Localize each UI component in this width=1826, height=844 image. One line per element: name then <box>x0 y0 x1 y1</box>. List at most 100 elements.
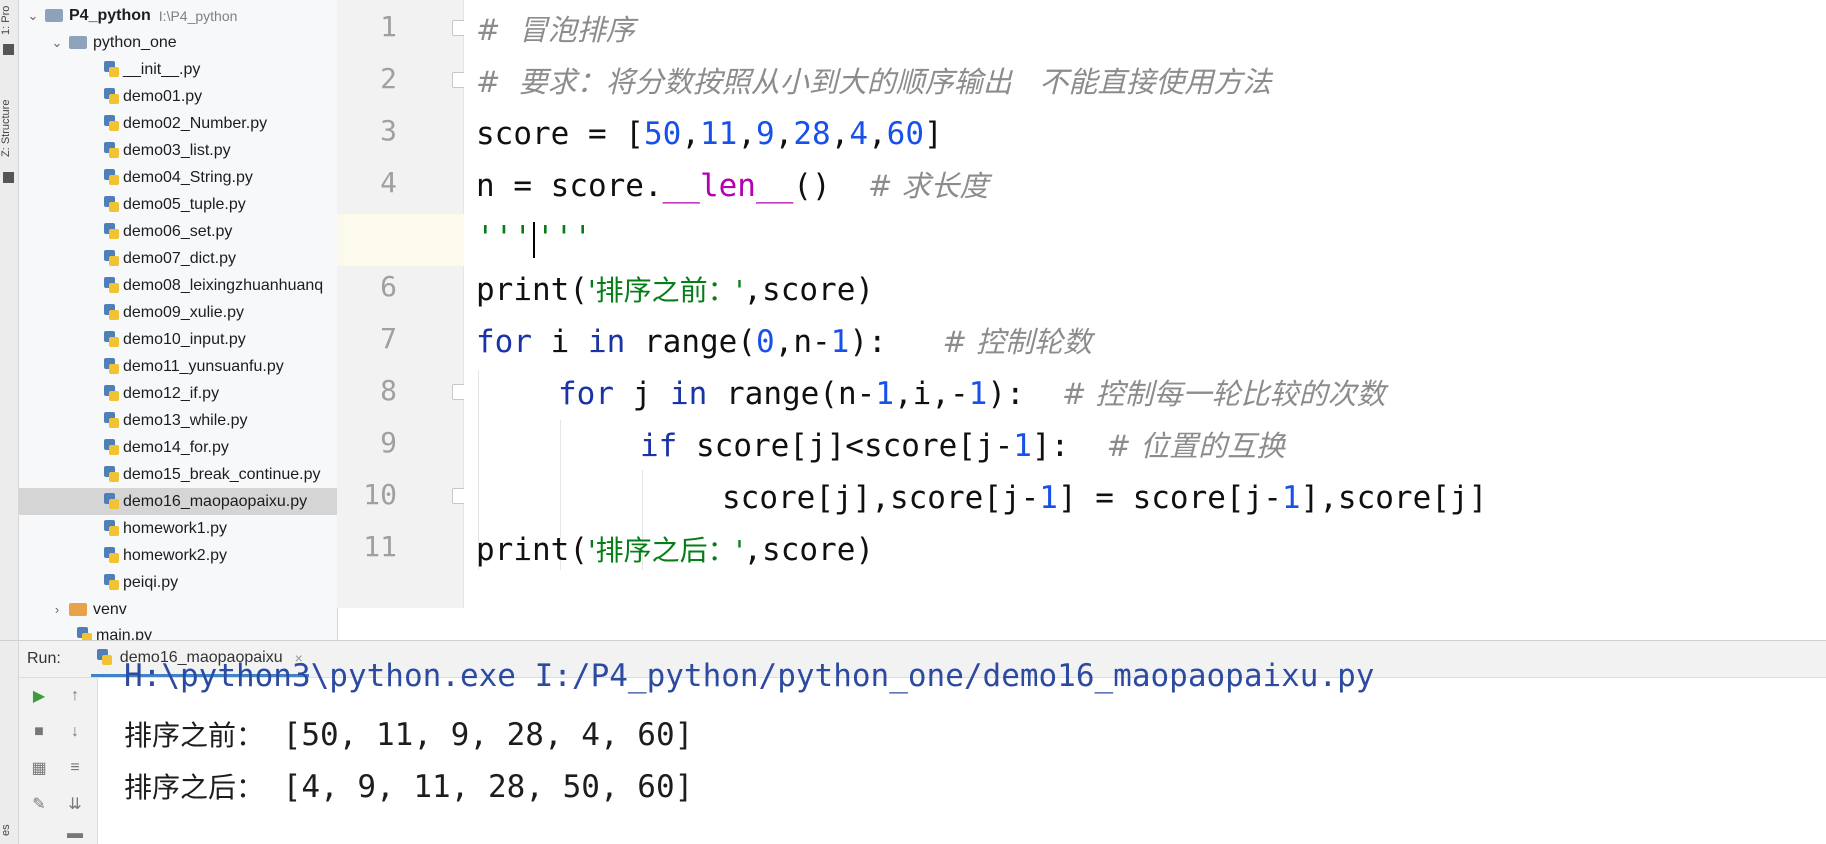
console-output[interactable]: H:\python3\python.exe I:/P4_python/pytho… <box>98 658 1826 844</box>
file-name: demo10_input.py <box>123 330 246 348</box>
string-literal: ''' <box>476 220 532 256</box>
tree-file[interactable]: demo13_while.py <box>19 407 337 434</box>
tree-file[interactable]: demo06_set.py <box>19 218 337 245</box>
tree-file[interactable]: demo12_if.py <box>19 380 337 407</box>
structure-tool-tab[interactable]: Z: Structure <box>0 88 18 168</box>
number-literal: 11 <box>699 116 738 152</box>
console-command-line: H:\python3\python.exe I:/P4_python/pytho… <box>124 658 1375 694</box>
file-name: homework1.py <box>123 519 228 537</box>
code-token: print( <box>476 532 588 568</box>
python-file-icon <box>104 358 119 375</box>
code-line-7[interactable]: for i in range(0,n-1): # 控制轮数 <box>476 316 1092 368</box>
tree-file[interactable]: demo08_leixingzhuanhuanq <box>19 272 337 299</box>
file-name: demo12_if.py <box>123 384 220 402</box>
number-literal: 1 <box>830 324 850 360</box>
tree-folder-python-one[interactable]: ⌄ python_one <box>19 29 337 56</box>
soft-wrap-icon[interactable]: ≡ <box>65 758 85 778</box>
tree-file[interactable]: homework1.py <box>19 515 337 542</box>
tree-file[interactable]: demo10_input.py <box>19 326 337 353</box>
python-file-icon <box>104 142 119 159</box>
file-name: demo09_xulie.py <box>123 303 244 321</box>
arrow-down-icon[interactable]: ↓ <box>65 722 85 742</box>
tree-file[interactable]: demo02_Number.py <box>19 110 337 137</box>
root-folder-path: I:\P4_python <box>158 7 238 24</box>
root-folder-name: P4_python <box>69 6 151 24</box>
python-file-icon <box>104 412 119 429</box>
tree-file[interactable]: __init__.py <box>19 56 337 83</box>
tree-root[interactable]: ⌄ P4_python I:\P4_python <box>19 2 337 29</box>
code-line-11[interactable]: print('排序之后：',score) <box>476 524 874 576</box>
line-number: 2 <box>380 62 397 95</box>
chevron-down-icon[interactable]: ⌄ <box>51 35 63 51</box>
code-line-10[interactable]: score[j],score[j-1] = score[j-1],score[j… <box>722 472 1487 524</box>
python-file-icon <box>104 520 119 537</box>
tree-file[interactable]: demo14_for.py <box>19 434 337 461</box>
code-line-6[interactable]: print('排序之前：',score) <box>476 264 874 316</box>
scroll-to-end-icon[interactable]: ⇊ <box>65 794 85 814</box>
code-editor[interactable]: # 冒泡排序 # 要求：将分数按照从小到大的顺序输出 不能直接使用方法 scor… <box>464 0 1826 608</box>
tree-file[interactable]: demo15_break_continue.py <box>19 461 337 488</box>
number-literal: 1 <box>875 376 894 412</box>
code-line-3[interactable]: score = [50,11,9,28,4,60] <box>476 108 943 160</box>
python-file-icon <box>104 466 119 483</box>
keyword: in <box>588 324 626 360</box>
line-number: 10 <box>363 478 397 511</box>
python-file-icon <box>104 223 119 240</box>
structure-tool-icon <box>3 172 14 183</box>
python-file-icon <box>104 61 119 78</box>
keyword: for <box>558 376 614 412</box>
code-token: score[j],score[j- <box>722 480 1040 516</box>
text-caret <box>533 221 535 258</box>
code-token: score[j]<score[j- <box>677 428 1014 464</box>
tree-file[interactable]: demo09_xulie.py <box>19 299 337 326</box>
print-icon[interactable]: ▬ <box>65 824 85 844</box>
line-number: 1 <box>380 10 397 43</box>
tree-file[interactable]: demo04_String.py <box>19 164 337 191</box>
python-file-icon <box>104 250 119 267</box>
line-number: 3 <box>380 114 397 147</box>
tree-file[interactable]: demo07_dict.py <box>19 245 337 272</box>
tree-file[interactable]: demo01.py <box>19 83 337 110</box>
stop-icon[interactable]: ■ <box>29 722 49 742</box>
tree-file[interactable]: demo11_yunsuanfu.py <box>19 353 337 380</box>
file-name: __init__.py <box>123 60 201 78</box>
console-label: 排序之前： <box>124 719 265 752</box>
code-line-8[interactable]: for j in range(n-1,i,-1): # 控制每一轮比较的次数 <box>558 368 1386 420</box>
code-line-1[interactable]: # 冒泡排序 <box>476 4 635 56</box>
code-line-2[interactable]: # 要求：将分数按照从小到大的顺序输出 不能直接使用方法 <box>476 56 1271 108</box>
favorites-tool-tab[interactable]: es <box>0 818 18 842</box>
code-token: ] = score[j- <box>1057 480 1282 516</box>
tree-file[interactable]: demo16_maopaopaixu.py <box>19 488 337 515</box>
folder-icon <box>69 36 87 49</box>
code-line-9[interactable]: if score[j]<score[j-1]: # 位置的互换 <box>640 420 1285 472</box>
file-name: demo08_leixingzhuanhuanq <box>123 276 324 294</box>
python-file-icon <box>104 88 119 105</box>
layout-icon[interactable]: ▦ <box>29 758 49 778</box>
chevron-down-icon[interactable]: ⌄ <box>27 8 39 24</box>
string-literal: '排序之前：' <box>587 274 744 307</box>
tree-file[interactable]: demo03_list.py <box>19 137 337 164</box>
pin-icon[interactable]: ✎ <box>29 794 49 814</box>
tree-file[interactable]: demo05_tuple.py <box>19 191 337 218</box>
file-name: homework2.py <box>123 546 228 564</box>
tree-file[interactable]: homework2.py <box>19 542 337 569</box>
tree-file[interactable]: peiqi.py <box>19 569 337 596</box>
chevron-right-icon[interactable]: › <box>51 602 63 617</box>
file-name: demo13_while.py <box>123 411 248 429</box>
tree-file-main[interactable]: main.py <box>19 622 337 640</box>
arrow-up-icon[interactable]: ↑ <box>65 686 85 706</box>
project-tool-tab[interactable]: 1: Pro <box>0 0 18 40</box>
code-line-4[interactable]: n = score.__len__() # 求长度 <box>476 160 988 212</box>
code-line-5[interactable]: ''' ''' <box>476 212 592 264</box>
keyword: for <box>476 324 532 360</box>
string-literal: ''' <box>536 220 592 256</box>
comment: # 控制轮数 <box>942 325 1093 359</box>
code-token: ): <box>849 324 943 360</box>
number-literal: 60 <box>886 116 924 152</box>
play-icon[interactable]: ▶ <box>29 686 49 706</box>
comment: # 控制每一轮比较的次数 <box>1061 377 1386 411</box>
code-token: ,score) <box>743 272 875 308</box>
python-file-icon <box>104 115 119 132</box>
tree-folder-venv[interactable]: › venv <box>19 596 337 623</box>
line-number: 9 <box>380 426 397 459</box>
